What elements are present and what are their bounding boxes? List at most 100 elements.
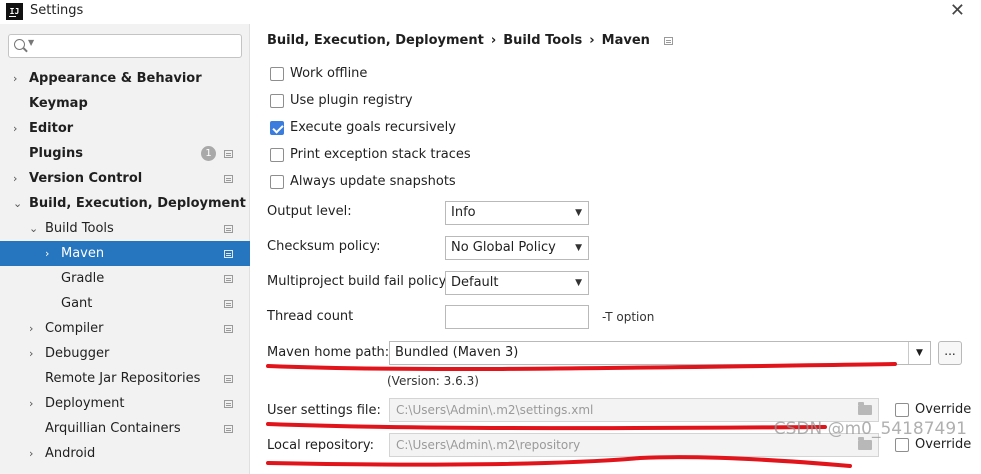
sidebar-item-label: Build, Execution, Deployment bbox=[29, 196, 246, 211]
local-repository-value: C:\Users\Admin\.m2\repository bbox=[396, 438, 581, 452]
sidebar-item-arquillian-containers[interactable]: Arquillian Containers bbox=[0, 416, 250, 441]
sidebar-item-label: Build Tools bbox=[45, 221, 114, 236]
checkbox-box[interactable] bbox=[270, 94, 284, 108]
project-settings-icon bbox=[224, 175, 233, 183]
thread-count-label: Thread count bbox=[267, 309, 354, 324]
maven-home-path-label: Maven home path: bbox=[267, 345, 390, 360]
sidebar-item-debugger[interactable]: › Debugger bbox=[0, 341, 250, 366]
sidebar-item-label: Android bbox=[45, 446, 96, 461]
folder-icon[interactable] bbox=[858, 402, 872, 415]
settings-tree: › Appearance & Behavior Keymap › Editor Plugi… bbox=[0, 66, 250, 466]
sidebar-item-version-control[interactable]: › Version Control bbox=[0, 166, 250, 191]
maven-home-path-combo[interactable]: Bundled (Maven 3) ▼ bbox=[389, 341, 931, 365]
multiproject-fail-policy-select[interactable]: Default ▼ bbox=[445, 271, 589, 295]
local-repository-label: Local repository: bbox=[267, 438, 374, 453]
checkbox-box[interactable] bbox=[270, 175, 284, 189]
sidebar-item-label: Keymap bbox=[29, 96, 88, 111]
sidebar-item-label: Debugger bbox=[45, 346, 110, 361]
sidebar-item-deployment[interactable]: › Deployment bbox=[0, 391, 250, 416]
breadcrumb-maven: Maven bbox=[601, 33, 650, 48]
csdn-watermark: CSDN @m0_54187491 bbox=[773, 419, 967, 439]
update-count-badge: 1 bbox=[201, 146, 216, 161]
sidebar-item-label: Appearance & Behavior bbox=[29, 71, 202, 86]
sidebar-item-label: Editor bbox=[29, 121, 74, 136]
chevron-right-icon[interactable]: › bbox=[29, 441, 33, 466]
sidebar-item-label: Gant bbox=[61, 296, 93, 311]
chevron-down-icon[interactable]: ▼ bbox=[908, 342, 930, 364]
project-settings-icon bbox=[663, 36, 673, 45]
sidebar-item-label: Gradle bbox=[61, 271, 105, 286]
sidebar-item-build-tools[interactable]: ⌄ Build Tools bbox=[0, 216, 250, 241]
sidebar-item-plugins[interactable]: Plugins 1 bbox=[0, 141, 250, 166]
sidebar-item-label: Maven bbox=[61, 246, 105, 261]
folder-icon[interactable] bbox=[858, 437, 872, 450]
checkbox-box[interactable] bbox=[270, 67, 284, 81]
chevron-right-icon[interactable]: › bbox=[13, 116, 17, 141]
search-input[interactable]: ▼ bbox=[8, 34, 242, 58]
sidebar-item-remote-jar-repositories[interactable]: Remote Jar Repositories bbox=[0, 366, 250, 391]
sidebar-item-label: Deployment bbox=[45, 396, 125, 411]
multiproject-fail-policy-value: Default bbox=[451, 275, 499, 290]
checkbox-box[interactable] bbox=[270, 148, 284, 162]
multiproject-fail-policy-label: Multiproject build fail policy: bbox=[267, 274, 450, 289]
project-settings-icon bbox=[224, 375, 233, 383]
sidebar-item-appearance-behavior[interactable]: › Appearance & Behavior bbox=[0, 66, 250, 91]
sidebar-item-android[interactable]: › Android bbox=[0, 441, 250, 466]
chevron-right-icon[interactable]: › bbox=[29, 391, 33, 416]
sidebar-item-build-execution-deployment[interactable]: ⌄ Build, Execution, Deployment bbox=[0, 191, 250, 216]
checksum-policy-label: Checksum policy: bbox=[267, 239, 381, 254]
intellij-logo-icon: IJ bbox=[6, 3, 23, 20]
project-settings-icon bbox=[224, 400, 233, 408]
maven-version-text: (Version: 3.6.3) bbox=[387, 374, 479, 388]
maven-settings-panel: Build, Execution, Deployment › Build Tools… bbox=[251, 24, 981, 474]
sidebar-item-label: Remote Jar Repositories bbox=[45, 371, 201, 386]
project-settings-icon bbox=[224, 250, 233, 258]
chevron-right-icon[interactable]: › bbox=[45, 241, 49, 266]
sidebar-item-gant[interactable]: Gant bbox=[0, 291, 250, 316]
window-title: Settings bbox=[30, 3, 84, 18]
project-settings-icon bbox=[224, 275, 233, 283]
chevron-down-icon[interactable]: ⌄ bbox=[29, 216, 38, 241]
sidebar-item-label: Plugins bbox=[29, 146, 83, 161]
chevron-down-icon: ▼ bbox=[575, 208, 582, 218]
sidebar-item-keymap[interactable]: Keymap bbox=[0, 91, 250, 116]
thread-count-hint: -T option bbox=[602, 310, 655, 324]
checksum-policy-select[interactable]: No Global Policy ▼ bbox=[445, 236, 589, 260]
project-settings-icon bbox=[224, 425, 233, 433]
chevron-right-icon[interactable]: › bbox=[13, 66, 17, 91]
checksum-policy-value: No Global Policy bbox=[451, 240, 556, 255]
override-label: Override bbox=[915, 402, 972, 417]
output-level-select[interactable]: Info ▼ bbox=[445, 201, 589, 225]
chevron-right-icon[interactable]: › bbox=[29, 316, 33, 341]
thread-count-input[interactable] bbox=[445, 305, 589, 329]
sidebar-item-editor[interactable]: › Editor bbox=[0, 116, 250, 141]
checkbox-box[interactable] bbox=[895, 403, 909, 417]
title-bar: IJ Settings ✕ bbox=[0, 0, 981, 24]
sidebar-item-label: Version Control bbox=[29, 171, 143, 186]
breadcrumb-build-tools[interactable]: Build Tools bbox=[503, 33, 582, 48]
breadcrumb-build-execution-deployment[interactable]: Build, Execution, Deployment bbox=[267, 33, 484, 48]
output-level-value: Info bbox=[451, 205, 476, 220]
checkbox-box[interactable] bbox=[270, 121, 284, 135]
browse-maven-home-button[interactable]: ... bbox=[938, 341, 962, 365]
sidebar-item-gradle[interactable]: Gradle bbox=[0, 266, 250, 291]
user-settings-file-value: C:\Users\Admin\.m2\settings.xml bbox=[396, 403, 594, 417]
breadcrumb: Build, Execution, Deployment › Build Tools… bbox=[267, 33, 673, 48]
sidebar-item-compiler[interactable]: › Compiler bbox=[0, 316, 250, 341]
chevron-right-icon[interactable]: › bbox=[13, 166, 17, 191]
checkbox-box[interactable] bbox=[895, 438, 909, 452]
chevron-down-icon[interactable]: ⌄ bbox=[13, 191, 22, 216]
close-icon[interactable]: ✕ bbox=[950, 1, 965, 21]
project-settings-icon bbox=[224, 300, 233, 308]
project-settings-icon bbox=[224, 150, 233, 158]
checkbox-label: Always update snapshots bbox=[290, 174, 456, 189]
checkbox-label: Work offline bbox=[290, 66, 368, 81]
sidebar-item-maven[interactable]: › Maven bbox=[0, 241, 250, 266]
output-level-label: Output level: bbox=[267, 204, 352, 219]
maven-home-path-value: Bundled (Maven 3) bbox=[395, 345, 519, 360]
chevron-right-icon[interactable]: › bbox=[29, 341, 33, 366]
breadcrumb-separator: › bbox=[490, 33, 497, 48]
project-settings-icon bbox=[224, 225, 233, 233]
chevron-down-icon[interactable]: ▼ bbox=[28, 38, 34, 47]
sidebar-item-label: Compiler bbox=[45, 321, 104, 336]
